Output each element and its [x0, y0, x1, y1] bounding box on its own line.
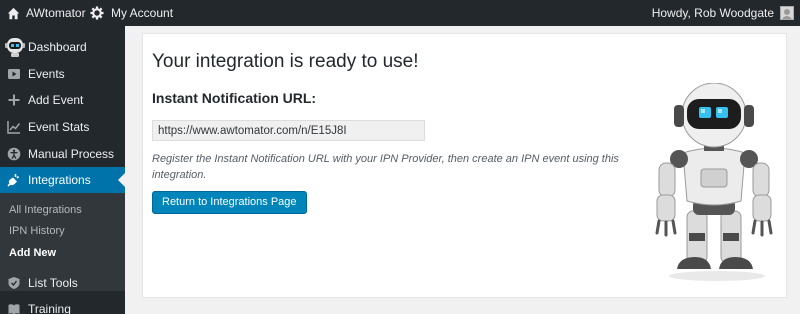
shield-icon	[0, 276, 28, 290]
plus-icon	[0, 93, 28, 107]
plug-icon	[0, 173, 28, 187]
my-account-link[interactable]: My Account	[111, 0, 173, 26]
sidebar-item-training[interactable]: Training	[0, 296, 125, 314]
submenu-item-all-integrations[interactable]: All Integrations	[9, 200, 82, 220]
sidebar-item-event-stats[interactable]: Event Stats	[0, 114, 125, 140]
play-icon	[0, 67, 28, 81]
notification-url-field[interactable]	[152, 120, 425, 141]
page-title: Your integration is ready to use!	[152, 51, 419, 72]
sidebar-item-label: List Tools	[28, 276, 78, 290]
admin-bar: AWtomator My Account Howdy, Rob Woodgate	[0, 0, 800, 26]
chart-icon	[0, 120, 28, 134]
sidebar-item-label: Integrations	[28, 173, 91, 187]
help-text: Register the Instant Notification URL wi…	[152, 153, 619, 181]
sidebar-item-label: Events	[28, 67, 65, 81]
sidebar-item-integrations[interactable]: Integrations	[0, 167, 125, 193]
submenu-item-add-new[interactable]: Add New	[9, 243, 56, 263]
site-name-link[interactable]: AWtomator	[26, 0, 86, 26]
user-menu[interactable]: Howdy, Rob Woodgate	[652, 0, 794, 26]
sidebar-item-events[interactable]: Events	[0, 61, 125, 87]
home-icon[interactable]	[7, 0, 20, 26]
sidebar-item-label: Manual Process	[28, 147, 115, 161]
return-to-integrations-button[interactable]: Return to Integrations Page	[152, 191, 307, 214]
robot-mascot-illustration	[655, 83, 773, 281]
accessibility-icon	[0, 147, 28, 161]
sidebar-item-label: Event Stats	[28, 120, 90, 134]
sidebar-item-list-tools[interactable]: List Tools	[0, 270, 125, 296]
sidebar-item-label: Dashboard	[28, 40, 87, 54]
sidebar-item-add-event[interactable]: Add Event	[0, 87, 125, 113]
admin-sidebar: Dashboard Events Add Event Event Stats M…	[0, 26, 125, 314]
sidebar-item-label: Add Event	[28, 93, 84, 107]
book-icon	[0, 302, 28, 314]
sidebar-item-dashboard[interactable]: Dashboard	[0, 34, 125, 60]
howdy-text: Howdy, Rob Woodgate	[651, 6, 774, 20]
section-heading: Instant Notification URL:	[152, 90, 317, 106]
gear-icon[interactable]	[90, 0, 104, 26]
robot-icon	[0, 36, 28, 58]
sidebar-item-label: Training	[28, 302, 71, 314]
avatar	[780, 6, 794, 20]
sidebar-item-manual-process[interactable]: Manual Process	[0, 141, 125, 167]
submenu-item-ipn-history[interactable]: IPN History	[9, 221, 65, 241]
